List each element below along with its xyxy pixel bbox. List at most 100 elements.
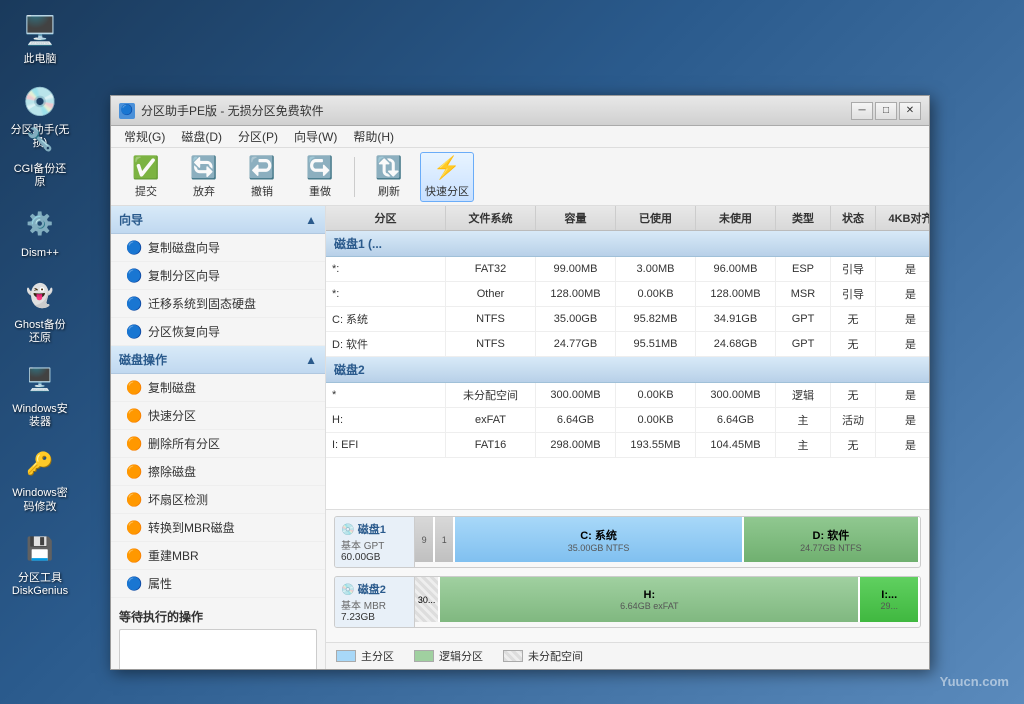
disk1-size: 60.00GB xyxy=(341,552,380,563)
table-row[interactable]: D: 软件 NTFS 24.77GB 95.51MB 24.68GB GPT 无… xyxy=(326,332,929,357)
close-button[interactable]: ✕ xyxy=(899,102,921,120)
icon-this-pc[interactable]: 🖥️ 此电脑 xyxy=(10,10,70,66)
redo-label: 重做 xyxy=(309,183,331,199)
cell-cap: 99.00MB xyxy=(536,257,616,281)
table-row[interactable]: *: FAT32 99.00MB 3.00MB 96.00MB ESP 引导 是 xyxy=(326,257,929,282)
cell-type: 逻辑 xyxy=(776,383,831,407)
legend-logical-label: 逻辑分区 xyxy=(439,648,483,664)
refresh-button[interactable]: 🔃 刷新 xyxy=(362,152,416,202)
cell-align: 是 xyxy=(876,307,929,331)
disk2-unalloc-label: 30... xyxy=(418,595,436,605)
cell-used: 193.55MB xyxy=(616,433,696,457)
sidebar-item-copy-partition[interactable]: 🔵 复制分区向导 xyxy=(111,262,325,290)
disk2-part-i-info: 29... xyxy=(880,601,898,611)
cell-cap: 298.00MB xyxy=(536,433,616,457)
sidebar-item-check-error[interactable]: 🟠 坏扇区检测 xyxy=(111,486,325,514)
icon-windows-installer[interactable]: 🖥️ Windows安装器 xyxy=(10,360,70,429)
cell-used: 3.00MB xyxy=(616,257,696,281)
to-mbr-icon: 🟠 xyxy=(126,520,142,536)
icon-cgi[interactable]: 🔧 CGI备份还原 xyxy=(10,120,70,189)
desktop: 🖥️ 此电脑 💿 分区助手(无损) 🔧 CGI备份还原 ⚙️ Dism++ 👻 … xyxy=(0,0,1024,704)
undo-button[interactable]: ↩️ 撤销 xyxy=(235,152,289,202)
guide-section-label: 向导 xyxy=(119,211,143,228)
guide-collapse-icon[interactable]: ▲ xyxy=(305,213,317,227)
icon-windows-password[interactable]: 🔑 Windows密码修改 xyxy=(10,444,70,513)
ghost-label: Ghost备份还原 xyxy=(10,319,70,345)
sidebar-item-quick-partition[interactable]: 🟠 快速分区 xyxy=(111,402,325,430)
disk1-part-c[interactable]: C: 系统 35.00GB NTFS xyxy=(455,517,743,562)
icon-ghost[interactable]: 👻 Ghost备份还原 xyxy=(10,276,70,345)
cell-used: 95.82MB xyxy=(616,307,696,331)
disk2-label: 💿 磁盘2 xyxy=(341,581,386,597)
redo-button[interactable]: ↪️ 重做 xyxy=(293,152,347,202)
discard-button[interactable]: 🔄 放弃 xyxy=(177,152,231,202)
cell-partition: *: xyxy=(326,257,446,281)
cell-partition: D: 软件 xyxy=(326,332,446,356)
disk1-part-msr-label: 1 xyxy=(442,535,447,545)
minimize-button[interactable]: ─ xyxy=(851,102,873,120)
migrate-ssd-icon: 🔵 xyxy=(126,296,142,312)
partition-tool-label: 分区工具DiskGenius xyxy=(10,572,70,598)
table-row[interactable]: *: Other 128.00MB 0.00KB 128.00MB MSR 引导… xyxy=(326,282,929,307)
pending-operations-box xyxy=(119,629,317,669)
cell-align: 是 xyxy=(876,383,929,407)
cell-cap: 300.00MB xyxy=(536,383,616,407)
table-row[interactable]: I: EFI FAT16 298.00MB 193.55MB 104.45MB … xyxy=(326,433,929,458)
cell-used: 0.00KB xyxy=(616,408,696,432)
disk1-part-d-info: 24.77GB NTFS xyxy=(800,543,862,553)
this-pc-icon: 🖥️ xyxy=(20,10,60,50)
menu-disk[interactable]: 磁盘(D) xyxy=(173,126,230,147)
table-row[interactable]: C: 系统 NTFS 35.00GB 95.82MB 34.91GB GPT 无… xyxy=(326,307,929,332)
copy-partition-label: 复制分区向导 xyxy=(148,267,220,284)
disk2-part-unalloc[interactable]: 30... xyxy=(415,577,440,622)
table-row[interactable]: H: exFAT 6.64GB 0.00KB 6.64GB 主 活动 是 xyxy=(326,408,929,433)
disk2-part-h[interactable]: H: 6.64GB exFAT xyxy=(440,577,860,622)
sidebar-item-restore-partition[interactable]: 🔵 分区恢复向导 xyxy=(111,318,325,346)
windows-password-icon: 🔑 xyxy=(20,444,60,484)
table-row[interactable]: * 未分配空间 300.00MB 0.00KB 300.00MB 逻辑 无 是 xyxy=(326,383,929,408)
sidebar-item-migrate-ssd[interactable]: 🔵 迁移系统到固态硬盘 xyxy=(111,290,325,318)
sidebar-item-delete-all[interactable]: 🟠 删除所有分区 xyxy=(111,430,325,458)
disk1-part-esp[interactable]: 9 xyxy=(415,517,435,562)
menu-wizard[interactable]: 向导(W) xyxy=(286,126,345,147)
maximize-button[interactable]: □ xyxy=(875,102,897,120)
cell-cap: 128.00MB xyxy=(536,282,616,306)
rebuild-mbr-icon: 🟠 xyxy=(126,548,142,564)
sidebar-item-wipe-disk[interactable]: 🟠 擦除磁盘 xyxy=(111,458,325,486)
disk1-part-msr[interactable]: 1 xyxy=(435,517,455,562)
quick-partition-button[interactable]: ⚡ 快速分区 xyxy=(420,152,474,202)
menu-general[interactable]: 常规(G) xyxy=(116,126,173,147)
col-type: 类型 xyxy=(776,206,831,230)
window-title: 分区助手PE版 - 无损分区免费软件 xyxy=(141,102,851,119)
icon-partition-tool[interactable]: 💾 分区工具DiskGenius xyxy=(10,529,70,598)
cell-status: 引导 xyxy=(831,257,876,281)
cell-unused: 104.45MB xyxy=(696,433,776,457)
menu-help[interactable]: 帮助(H) xyxy=(345,126,402,147)
disk1-label: 💿 磁盘1 xyxy=(341,521,386,537)
sidebar-item-rebuild-mbr[interactable]: 🟠 重建MBR xyxy=(111,542,325,570)
cell-fs: Other xyxy=(446,282,536,306)
disk2-header: 磁盘2 xyxy=(326,357,929,383)
legend-logical: 逻辑分区 xyxy=(414,648,483,664)
legend-unalloc-label: 未分配空间 xyxy=(528,648,583,664)
sidebar-item-to-mbr[interactable]: 🟠 转换到MBR磁盘 xyxy=(111,514,325,542)
disk-collapse-icon[interactable]: ▲ xyxy=(305,353,317,367)
undo-icon: ↩️ xyxy=(248,155,275,181)
disk1-part-d[interactable]: D: 软件 24.77GB NTFS xyxy=(744,517,920,562)
cell-fs: NTFS xyxy=(446,332,536,356)
cell-unused: 24.68GB xyxy=(696,332,776,356)
submit-button[interactable]: ✅ 提交 xyxy=(119,152,173,202)
restore-partition-label: 分区恢复向导 xyxy=(148,323,220,340)
cell-align: 是 xyxy=(876,332,929,356)
legend-unalloc-color xyxy=(503,650,523,662)
disk2-part-i[interactable]: I:... 29... xyxy=(860,577,920,622)
partition-assistant-icon: 💿 xyxy=(20,81,60,121)
menu-partition[interactable]: 分区(P) xyxy=(230,126,286,147)
sidebar-item-properties[interactable]: 🔵 属性 xyxy=(111,570,325,598)
disk1-partitions: 9 1 C: 系统 35.00GB NTFS D: xyxy=(415,517,920,562)
col-used: 已使用 xyxy=(616,206,696,230)
sidebar-item-copy-disk[interactable]: 🔵 复制磁盘向导 xyxy=(111,234,325,262)
icon-dism[interactable]: ⚙️ Dism++ xyxy=(10,204,70,260)
cell-unused: 34.91GB xyxy=(696,307,776,331)
sidebar-item-copy-disk2[interactable]: 🟠 复制磁盘 xyxy=(111,374,325,402)
